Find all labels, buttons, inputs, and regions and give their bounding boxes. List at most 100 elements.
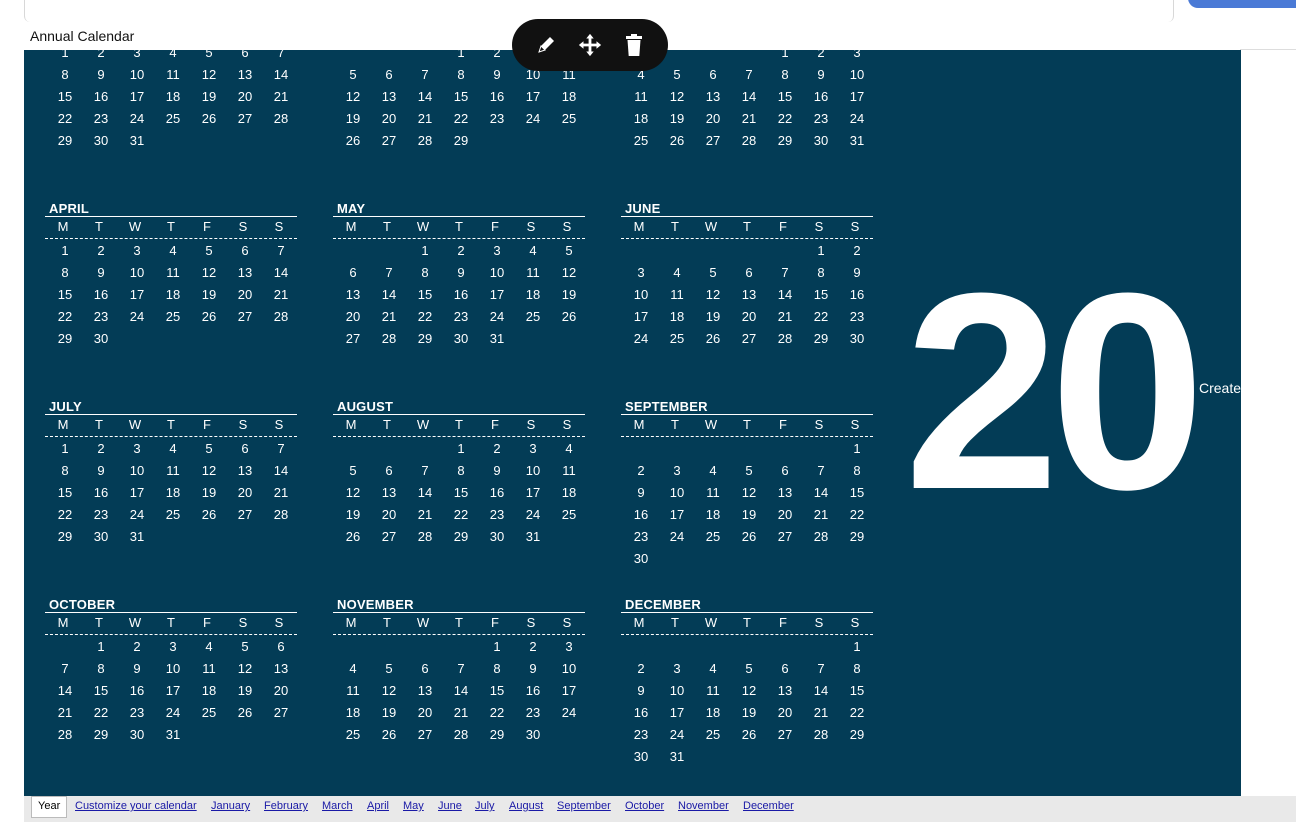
top-right-button[interactable] (1188, 0, 1296, 8)
day-cell: 31 (525, 529, 541, 544)
day-cell: 5 (349, 463, 357, 478)
link-march[interactable]: March (322, 800, 353, 812)
weekday-label: T (455, 219, 463, 234)
day-cell: 19 (201, 287, 217, 302)
weekday-label: F (779, 219, 787, 234)
day-cell: 23 (489, 111, 505, 126)
weekday-header: MTWTFSS (45, 414, 297, 437)
day-cell: 24 (561, 705, 577, 720)
day-cell: 19 (237, 683, 253, 698)
day-cell: 5 (205, 243, 213, 258)
link-october[interactable]: October (625, 800, 664, 812)
page-title: Annual Calendar (30, 28, 135, 44)
day-cell: 12 (201, 67, 217, 82)
link-december[interactable]: December (743, 800, 794, 812)
weekday-label: S (274, 615, 284, 630)
day-cell: 5 (205, 50, 213, 60)
day-cell: 4 (529, 243, 537, 258)
day-cell: 30 (93, 331, 109, 346)
calendar-canvas[interactable]: 20 Create MTWTFSS12345678910111213141516… (24, 50, 1241, 796)
day-cell: 18 (345, 705, 361, 720)
weekday-label: S (814, 615, 824, 630)
weekday-label: M (345, 615, 357, 630)
day-cell: 11 (562, 463, 576, 478)
day-cell: 6 (277, 639, 285, 654)
day-cell: 21 (273, 485, 289, 500)
day-cell: 24 (129, 507, 145, 522)
day-cell: 21 (381, 309, 397, 324)
day-cell: 16 (93, 287, 109, 302)
day-cell: 12 (741, 485, 757, 500)
weekday-header: MTWTFSS (333, 216, 585, 239)
day-cell: 26 (345, 133, 361, 148)
trash-icon[interactable] (621, 32, 647, 58)
day-cell: 7 (421, 463, 429, 478)
weekday-header: MTWTFSS (621, 612, 873, 635)
link-april[interactable]: April (367, 800, 389, 812)
day-cell: 26 (741, 529, 757, 544)
day-cell: 25 (201, 705, 217, 720)
day-cell: 14 (417, 485, 433, 500)
day-cell: 13 (237, 265, 253, 280)
day-cell: 25 (633, 133, 649, 148)
day-cell: 23 (93, 111, 109, 126)
link-customize[interactable]: Customize your calendar (75, 800, 197, 812)
day-cell: 24 (129, 111, 145, 126)
day-cell: 4 (169, 243, 177, 258)
tab-year[interactable]: Year (31, 796, 68, 818)
day-cell: 27 (237, 111, 253, 126)
day-cell: 18 (525, 287, 541, 302)
pencil-icon[interactable] (533, 32, 559, 58)
day-cell: 7 (457, 661, 465, 676)
day-cell: 23 (453, 309, 469, 324)
weekday-label: S (238, 615, 248, 630)
day-cell: 9 (637, 683, 645, 698)
day-cell: 15 (813, 287, 829, 302)
day-cell: 9 (493, 67, 501, 82)
weekday-header: MTWTFSS (333, 414, 585, 437)
day-cell: 7 (61, 661, 69, 676)
day-cell: 6 (241, 441, 249, 456)
day-cell: 28 (57, 727, 73, 742)
weekday-label: S (814, 417, 824, 432)
weekday-label: T (671, 417, 679, 432)
day-cell: 16 (633, 507, 649, 522)
day-cell: 29 (813, 331, 829, 346)
day-cell: 18 (561, 485, 577, 500)
link-november[interactable]: November (678, 800, 729, 812)
day-cell: 23 (849, 309, 865, 324)
weekday-label: S (850, 417, 860, 432)
day-cell: 29 (57, 529, 73, 544)
link-february[interactable]: February (264, 800, 308, 812)
day-cell: 30 (633, 749, 649, 764)
day-cell: 7 (817, 463, 825, 478)
day-cell: 9 (97, 67, 105, 82)
link-september[interactable]: September (557, 800, 611, 812)
link-may[interactable]: May (403, 800, 424, 812)
day-cell: 22 (93, 705, 109, 720)
day-cell: 9 (457, 265, 465, 280)
day-cell: 26 (201, 111, 217, 126)
weekday-label: T (383, 615, 391, 630)
day-cell: 14 (813, 683, 829, 698)
day-cell: 26 (381, 727, 397, 742)
day-cell: 7 (421, 67, 429, 82)
link-august[interactable]: August (509, 800, 543, 812)
link-june[interactable]: June (438, 800, 462, 812)
day-cell: 3 (133, 243, 141, 258)
day-cell: 7 (745, 67, 753, 82)
link-january[interactable]: January (211, 800, 250, 812)
day-cell: 4 (565, 441, 573, 456)
day-cell: 5 (241, 639, 249, 654)
day-cell: 19 (561, 287, 577, 302)
day-cell: 6 (745, 265, 753, 280)
day-cell: 3 (673, 661, 681, 676)
weekday-label: T (455, 615, 463, 630)
weekday-label: F (203, 417, 211, 432)
day-cell: 11 (166, 463, 180, 478)
move-icon[interactable] (577, 32, 603, 58)
link-july[interactable]: July (475, 800, 495, 812)
weekday-label: T (671, 219, 679, 234)
weekday-label: W (416, 219, 430, 234)
day-cell: 2 (529, 639, 537, 654)
